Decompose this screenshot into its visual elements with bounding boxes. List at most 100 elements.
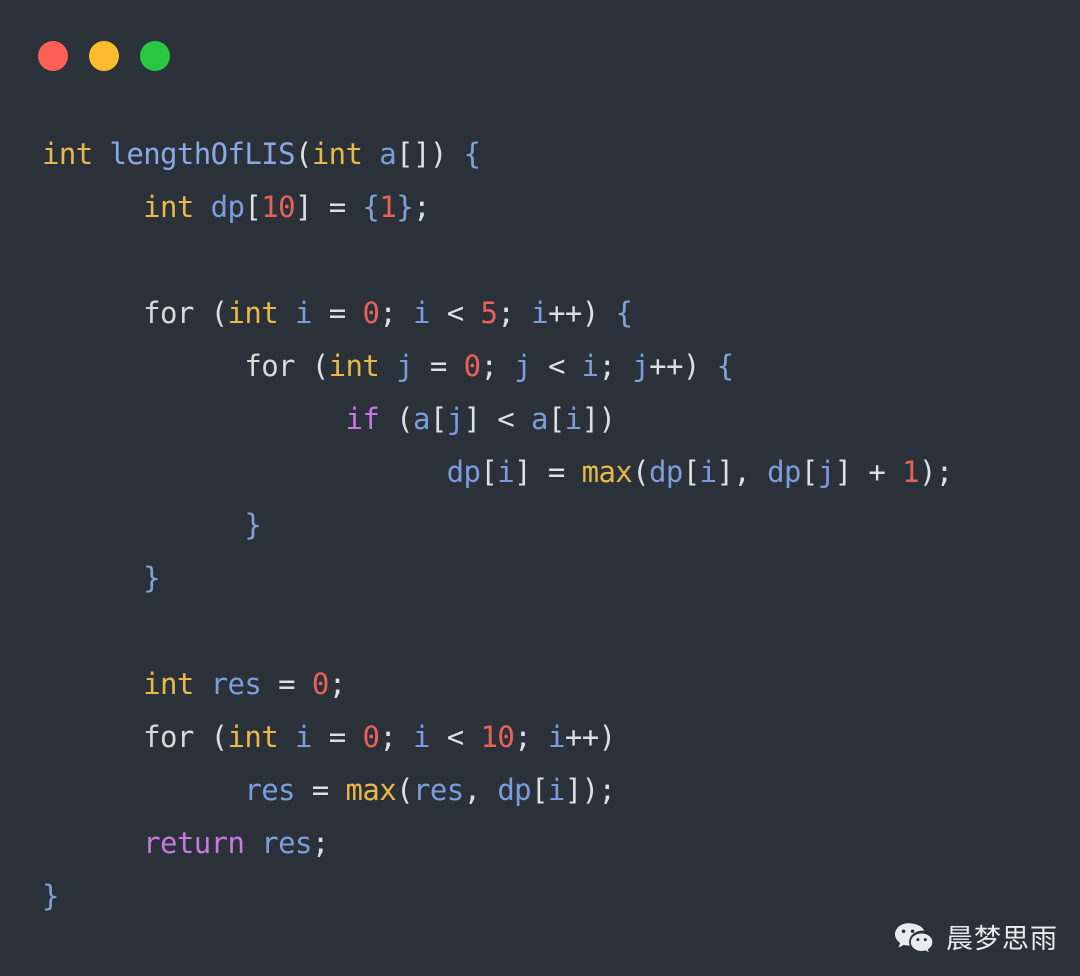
code-token-var: i [564, 402, 582, 436]
code-token-punct: ]) [581, 402, 616, 436]
code-token-var: dp [649, 455, 683, 489]
code-token-var: i [581, 349, 599, 383]
code-token-punct: = [261, 667, 312, 701]
code-token-punct [93, 137, 110, 171]
code-token-ctrl: return [143, 826, 245, 860]
code-token-punct: ; [480, 349, 515, 383]
code-line: res = max(res, dp[i]); [42, 764, 1080, 817]
code-line: return res; [42, 817, 1080, 870]
code-token-var: i [547, 720, 565, 754]
close-button[interactable] [38, 41, 68, 71]
code-token-punct: < [531, 349, 582, 383]
code-token-kw: for [143, 720, 194, 754]
code-token-brace: } [143, 561, 161, 595]
code-token-var: i [531, 296, 548, 330]
code-line: } [42, 552, 1080, 605]
code-token-punct: [ [682, 455, 700, 489]
code-token-punct: [ [547, 402, 565, 436]
code-token-type: int [42, 137, 93, 171]
code-token-num: 5 [480, 296, 498, 330]
code-token-punct: ( [632, 455, 650, 489]
code-token-punct: < [429, 296, 481, 330]
code-line: for (int j = 0; j < i; j++) { [42, 340, 1080, 393]
code-token-punct: = [311, 720, 363, 754]
code-token-var: i [413, 720, 430, 754]
code-token-var: dp [497, 773, 532, 807]
code-line: int dp[10] = {1}; [42, 181, 1080, 234]
code-token-var: j [817, 455, 835, 489]
code-token-punct: ( [193, 296, 228, 330]
code-token-var: res [412, 773, 464, 807]
code-token-type: int [143, 667, 194, 701]
code-token-punct: [ [480, 455, 498, 489]
code-token-var: res [210, 667, 262, 701]
code-token-num: 0 [463, 349, 481, 383]
code-line: } [42, 499, 1080, 552]
code-token-punct: ; [379, 296, 414, 330]
code-token-punct: ++) [564, 720, 616, 754]
code-token-num: 10 [480, 720, 515, 754]
code-token-punct: ( [294, 349, 329, 383]
code-token-punct: ; [311, 826, 329, 860]
minimize-button[interactable] [89, 41, 119, 71]
code-token-brace: } [244, 508, 262, 542]
code-token-punct: = [311, 296, 363, 330]
code-line: } [42, 870, 1080, 923]
code-token-ctrl: if [345, 402, 380, 436]
code-token-var: a [379, 137, 397, 171]
code-token-punct: []) [396, 137, 464, 171]
maximize-button[interactable] [140, 41, 170, 71]
code-token-punct: ++) [649, 349, 717, 383]
code-token-num: 1 [902, 455, 919, 489]
window-titlebar [0, 0, 1080, 112]
code-token-punct: ; [514, 720, 548, 754]
code-token-brace: } [396, 190, 414, 224]
code-token-punct: ; [328, 667, 346, 701]
code-token-builtin: max [581, 455, 633, 489]
code-token-num: 0 [311, 667, 329, 701]
code-token-punct: ; [413, 190, 430, 224]
wechat-icon [895, 923, 934, 955]
code-token-var: res [261, 826, 312, 860]
code-token-var: res [244, 773, 295, 807]
code-token-fn: lengthOfLIS [109, 137, 295, 171]
code-token-var: dp [446, 455, 481, 489]
code-token-punct: ); [918, 455, 953, 489]
code-token-var: i [547, 773, 565, 807]
code-token-punct: ( [193, 720, 228, 754]
code-token-type: int [311, 137, 363, 171]
code-token-punct: ] = [294, 190, 363, 224]
code-line: for (int i = 0; i < 5; i++) { [42, 287, 1080, 340]
code-token-type: int [143, 190, 194, 224]
code-token-punct: ( [294, 137, 312, 171]
code-token-punct: [ [244, 190, 262, 224]
code-token-builtin: max [345, 773, 397, 807]
code-token-punct: < [429, 720, 481, 754]
code-token-type: int [227, 296, 279, 330]
code-line: dp[i] = max(dp[i], dp[j] + 1); [42, 446, 1080, 499]
code-token-punct: = [413, 349, 464, 383]
code-token-punct: ]); [564, 773, 616, 807]
code-token-var: dp [210, 190, 245, 224]
code-token-brace: { [716, 349, 734, 383]
code-token-punct [379, 349, 396, 383]
code-token-var: j [514, 349, 532, 383]
code-line: for (int i = 0; i < 10; i++) [42, 711, 1080, 764]
code-token-punct: ( [379, 402, 413, 436]
code-block: int lengthOfLIS(int a[]) { int dp[10] = … [0, 128, 1080, 923]
code-token-type: int [227, 720, 279, 754]
code-token-punct [194, 190, 211, 224]
code-line: int res = 0; [42, 658, 1080, 711]
code-token-punct: [ [800, 455, 818, 489]
code-line: if (a[j] < a[i]) [42, 393, 1080, 446]
code-token-kw: for [244, 349, 295, 383]
